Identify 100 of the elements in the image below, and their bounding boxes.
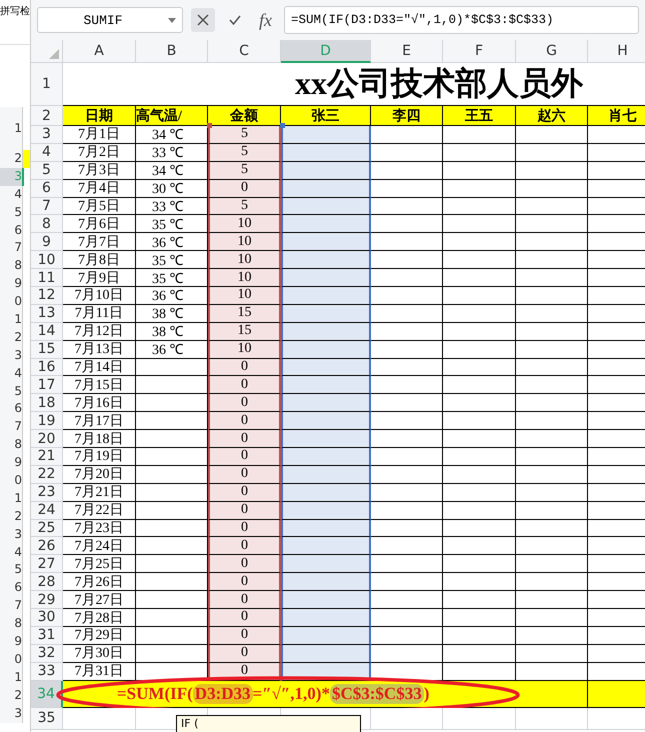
- row-number[interactable]: 7: [0, 239, 23, 258]
- row-header[interactable]: 29: [31, 591, 63, 610]
- row-header[interactable]: 15: [31, 340, 63, 359]
- date-cell: 7月26日: [63, 573, 136, 592]
- row-number[interactable]: 2: [0, 686, 23, 705]
- row-number[interactable]: 6: [0, 579, 23, 598]
- column-header[interactable]: A: [63, 40, 136, 63]
- date-cell: 7月15日: [63, 376, 136, 394]
- row-header[interactable]: 2: [31, 106, 63, 126]
- row-header[interactable]: 26: [31, 537, 63, 556]
- row-number[interactable]: 1: [0, 311, 23, 329]
- row-number[interactable]: 5: [0, 382, 23, 400]
- date-cell: 7月18日: [63, 430, 136, 448]
- row-header[interactable]: 6: [31, 180, 63, 198]
- row-header[interactable]: 30: [31, 609, 63, 627]
- row-number[interactable]: 5: [0, 204, 23, 222]
- row-number[interactable]: 3: [0, 526, 23, 544]
- amount-cell: 0: [208, 412, 281, 430]
- row-header[interactable]: 11: [31, 269, 63, 288]
- row-header[interactable]: 9: [31, 233, 63, 252]
- row-number[interactable]: 0: [0, 650, 23, 669]
- close-icon: [196, 13, 210, 27]
- row-number[interactable]: 3: [0, 704, 23, 722]
- row-header[interactable]: 31: [31, 626, 63, 645]
- row-header[interactable]: 14: [31, 322, 63, 341]
- row-number[interactable]: 4: [0, 186, 23, 204]
- row-number[interactable]: 1: [0, 668, 23, 687]
- row-number[interactable]: 7: [0, 418, 23, 436]
- row-header[interactable]: 4: [31, 144, 63, 162]
- row-header[interactable]: 23: [31, 484, 63, 502]
- formula-input[interactable]: =SUM(IF(D3:D33=″√″,1,0)*$C$3:$C$33): [284, 6, 639, 34]
- temperature-cell: 34 ℃: [136, 126, 208, 144]
- amount-cell: 0: [208, 591, 281, 610]
- row-number[interactable]: 1: [0, 107, 23, 150]
- row-number[interactable]: 8: [0, 436, 23, 454]
- amount-cell: 0: [208, 644, 281, 663]
- range-handle[interactable]: [207, 123, 212, 128]
- column-header[interactable]: C: [208, 40, 281, 63]
- row-header[interactable]: 7: [31, 198, 63, 216]
- row-number[interactable]: 9: [0, 633, 23, 651]
- row-header[interactable]: 25: [31, 520, 63, 538]
- row-header[interactable]: 27: [31, 555, 63, 574]
- row-header[interactable]: 8: [31, 215, 63, 234]
- amount-cell: 5: [208, 198, 281, 216]
- row-number[interactable]: 2: [0, 508, 23, 526]
- row-number[interactable]: 2: [0, 328, 23, 347]
- row-header[interactable]: 32: [31, 644, 63, 663]
- row-header[interactable]: 13: [31, 304, 63, 323]
- row-header[interactable]: 3: [31, 126, 63, 144]
- row-number[interactable]: 6: [0, 222, 23, 240]
- function-tooltip: IF (: [176, 715, 361, 732]
- row-number[interactable]: 0: [0, 472, 23, 490]
- function-button[interactable]: fx: [255, 10, 276, 30]
- row-number[interactable]: 8: [0, 615, 23, 634]
- row-number[interactable]: 7: [0, 597, 23, 616]
- row-number[interactable]: 9: [0, 454, 23, 472]
- amount-cell: 10: [208, 287, 281, 305]
- temperature-cell: [136, 644, 208, 663]
- row-number[interactable]: 5: [0, 561, 23, 580]
- row-header[interactable]: 10: [31, 251, 63, 270]
- row-header[interactable]: 35: [31, 708, 63, 730]
- row-number[interactable]: 4: [0, 544, 23, 562]
- column-header[interactable]: F: [443, 40, 516, 63]
- date-cell: 7月23日: [63, 520, 136, 538]
- temperature-cell: [136, 573, 208, 592]
- temperature-cell: [136, 537, 208, 556]
- row-header[interactable]: 17: [31, 376, 63, 394]
- row-header[interactable]: 1: [31, 63, 63, 106]
- temperature-cell: 38 ℃: [136, 304, 208, 323]
- row-number[interactable]: 2: [0, 150, 23, 168]
- row-header[interactable]: 22: [31, 466, 63, 484]
- column-header[interactable]: H: [588, 40, 645, 63]
- row-header[interactable]: 12: [31, 287, 63, 305]
- temperature-cell: [136, 466, 208, 484]
- cancel-button[interactable]: [191, 8, 215, 32]
- date-cell: 7月5日: [63, 198, 136, 216]
- select-all-icon[interactable]: [49, 49, 59, 59]
- date-cell: 7月20日: [63, 466, 136, 484]
- row-header[interactable]: 24: [31, 502, 63, 520]
- row-header[interactable]: 16: [31, 358, 63, 376]
- row-number[interactable]: 1: [0, 490, 23, 508]
- row-header[interactable]: 19: [31, 412, 63, 430]
- row-number[interactable]: 6: [0, 400, 23, 418]
- row-number[interactable]: 8: [0, 257, 23, 276]
- row-number[interactable]: 0: [0, 293, 23, 312]
- row-header[interactable]: 5: [31, 162, 63, 180]
- row-number[interactable]: 4: [0, 364, 23, 383]
- column-title-cell: 张三: [281, 106, 371, 126]
- range-handle[interactable]: [280, 123, 285, 128]
- row-number[interactable]: 3: [0, 346, 23, 365]
- column-header[interactable]: G: [516, 40, 588, 63]
- column-header[interactable]: E: [371, 40, 443, 63]
- row-header[interactable]: 28: [31, 573, 63, 592]
- row-header[interactable]: 21: [31, 448, 63, 466]
- name-box[interactable]: SUMIF: [37, 7, 183, 33]
- row-header[interactable]: 18: [31, 394, 63, 412]
- row-number[interactable]: 9: [0, 275, 23, 294]
- column-header[interactable]: B: [136, 40, 208, 63]
- row-header[interactable]: 33: [31, 662, 63, 681]
- row-header[interactable]: 20: [31, 430, 63, 448]
